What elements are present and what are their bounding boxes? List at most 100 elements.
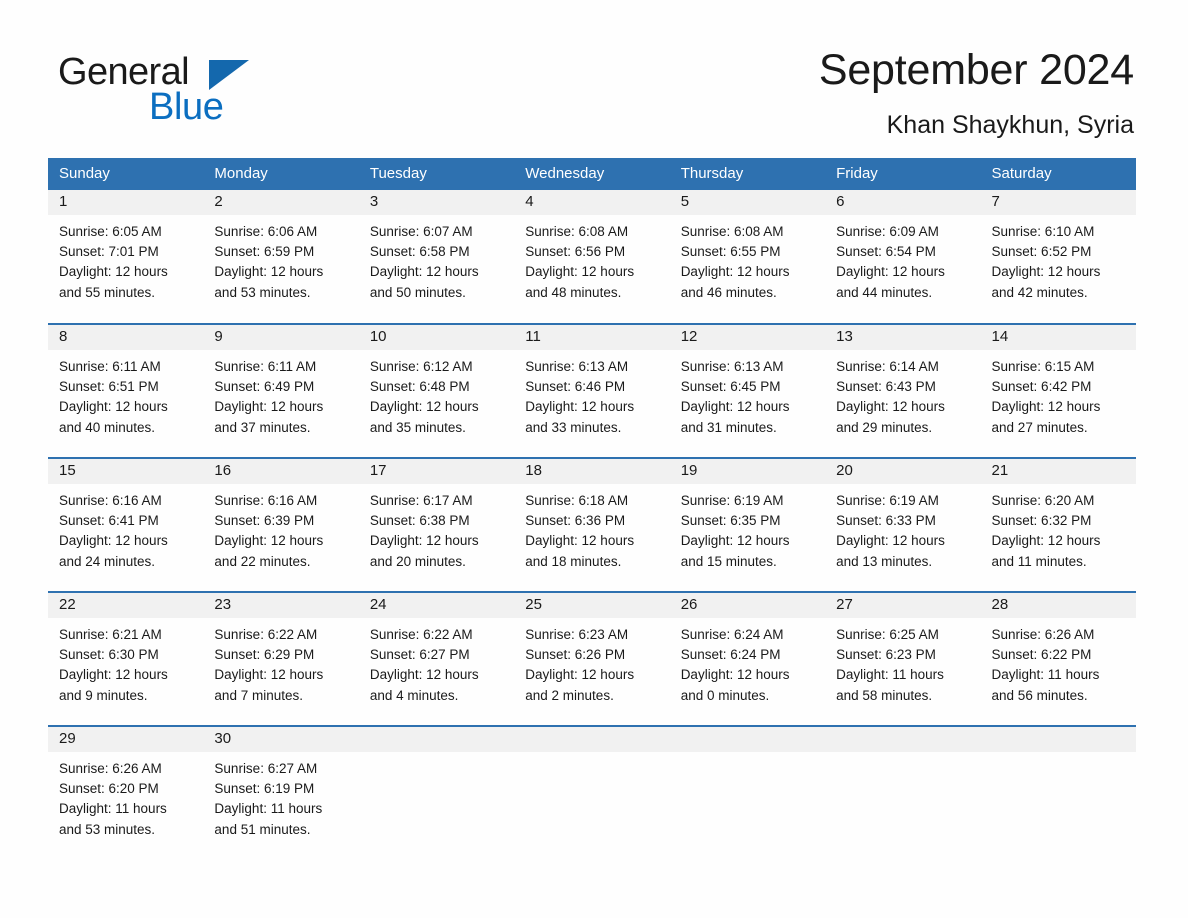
day-cell-empty: [669, 725, 826, 840]
day-cell[interactable]: 22 Sunrise: 6:21 AM Sunset: 6:30 PM Dayl…: [48, 591, 204, 726]
day-cell[interactable]: 30 Sunrise: 6:27 AM Sunset: 6:19 PM Dayl…: [203, 725, 359, 840]
calendar-week-row: 1 Sunrise: 6:05 AM Sunset: 7:01 PM Dayli…: [48, 190, 1136, 324]
day-details: Sunrise: 6:15 AM Sunset: 6:42 PM Dayligh…: [981, 350, 1136, 438]
daylight-text-line1: Daylight: 12 hours: [991, 399, 1101, 415]
day-cell[interactable]: 27 Sunrise: 6:25 AM Sunset: 6:23 PM Dayl…: [825, 591, 981, 726]
day-cell[interactable]: 19 Sunrise: 6:19 AM Sunset: 6:35 PM Dayl…: [669, 457, 826, 592]
day-cell[interactable]: 13 Sunrise: 6:14 AM Sunset: 6:43 PM Dayl…: [825, 323, 981, 458]
daylight-text-line2: and 27 minutes.: [991, 419, 1088, 435]
day-cell[interactable]: 20 Sunrise: 6:19 AM Sunset: 6:33 PM Dayl…: [825, 457, 981, 592]
daylight-text-line1: Daylight: 12 hours: [525, 264, 635, 280]
day-cell[interactable]: 24 Sunrise: 6:22 AM Sunset: 6:27 PM Dayl…: [358, 591, 515, 726]
sunset-text: Sunset: 6:19 PM: [214, 781, 315, 797]
day-number: 15: [48, 459, 204, 484]
sunrise-text: Sunrise: 6:11 AM: [59, 359, 161, 374]
day-cell[interactable]: 23 Sunrise: 6:22 AM Sunset: 6:29 PM Dayl…: [203, 591, 359, 726]
day-cell[interactable]: 10 Sunrise: 6:12 AM Sunset: 6:48 PM Dayl…: [358, 323, 515, 458]
sunrise-text: Sunrise: 6:09 AM: [836, 224, 939, 239]
day-cell[interactable]: 29 Sunrise: 6:26 AM Sunset: 6:20 PM Dayl…: [48, 725, 204, 840]
day-cell[interactable]: 12 Sunrise: 6:13 AM Sunset: 6:45 PM Dayl…: [669, 323, 826, 458]
sunrise-text: Sunrise: 6:07 AM: [369, 224, 473, 239]
day-number: 28: [980, 593, 1136, 618]
day-cell[interactable]: 7 Sunrise: 6:10 AM Sunset: 6:52 PM Dayli…: [980, 190, 1136, 324]
day-details: Sunrise: 6:07 AM Sunset: 6:58 PM Dayligh…: [359, 215, 514, 303]
day-cell[interactable]: 14 Sunrise: 6:15 AM Sunset: 6:42 PM Dayl…: [980, 323, 1136, 458]
sunset-text: Sunset: 6:41 PM: [59, 513, 159, 529]
day-cell[interactable]: 21 Sunrise: 6:20 AM Sunset: 6:32 PM Dayl…: [980, 457, 1136, 592]
sunrise-text: Sunrise: 6:22 AM: [369, 627, 473, 642]
day-number: 27: [825, 593, 981, 618]
daylight-text-line1: Daylight: 12 hours: [59, 667, 168, 683]
page-header: General Blue September 2024 Khan Shaykhu…: [0, 0, 1188, 148]
day-number: 22: [48, 593, 204, 618]
day-cell[interactable]: 5 Sunrise: 6:08 AM Sunset: 6:55 PM Dayli…: [669, 190, 826, 324]
general-blue-logo[interactable]: General Blue: [58, 50, 378, 130]
location-subtitle: Khan Shaykhun, Syria: [886, 111, 1134, 139]
day-cell[interactable]: 25 Sunrise: 6:23 AM Sunset: 6:26 PM Dayl…: [514, 591, 670, 726]
day-details: Sunrise: 6:19 AM Sunset: 6:33 PM Dayligh…: [825, 484, 980, 572]
daylight-text-line2: and 11 minutes.: [991, 553, 1087, 569]
sunset-text: Sunset: 6:32 PM: [991, 513, 1092, 529]
daylight-text-line2: and 35 minutes.: [369, 419, 466, 435]
daylight-text-line2: and 37 minutes.: [214, 419, 311, 435]
day-details: Sunrise: 6:26 AM Sunset: 6:22 PM Dayligh…: [981, 618, 1136, 706]
daylight-text-line1: Daylight: 12 hours: [369, 399, 479, 415]
calendar-header-row: Sunday Monday Tuesday Wednesday Thursday…: [48, 158, 1136, 190]
sunrise-text: Sunrise: 6:18 AM: [525, 493, 629, 508]
daylight-text-line2: and 33 minutes.: [525, 419, 622, 435]
day-number: 11: [514, 325, 670, 350]
sunrise-text: Sunrise: 6:27 AM: [214, 761, 318, 776]
page-title: September 2024: [818, 46, 1134, 94]
daylight-text-line2: and 55 minutes.: [59, 284, 156, 300]
daylight-text-line1: Daylight: 12 hours: [525, 667, 635, 683]
day-number: 29: [48, 727, 204, 752]
daylight-text-line1: Daylight: 12 hours: [214, 533, 324, 549]
daylight-text-line1: Daylight: 12 hours: [59, 264, 168, 280]
sunrise-text: Sunrise: 6:10 AM: [991, 224, 1095, 239]
sunset-text: Sunset: 6:59 PM: [214, 244, 315, 260]
day-number: 8: [48, 325, 204, 350]
sunset-text: Sunset: 6:33 PM: [836, 513, 936, 529]
day-cell[interactable]: 28 Sunrise: 6:26 AM Sunset: 6:22 PM Dayl…: [980, 591, 1136, 726]
day-cell[interactable]: 6 Sunrise: 6:09 AM Sunset: 6:54 PM Dayli…: [825, 190, 981, 324]
sunrise-text: Sunrise: 6:11 AM: [214, 359, 317, 374]
daylight-text-line2: and 44 minutes.: [836, 284, 933, 300]
day-cell[interactable]: 8 Sunrise: 6:11 AM Sunset: 6:51 PM Dayli…: [48, 323, 204, 458]
day-details: Sunrise: 6:27 AM Sunset: 6:19 PM Dayligh…: [203, 752, 358, 840]
daylight-text-line1: Daylight: 12 hours: [369, 533, 479, 549]
day-cell[interactable]: 17 Sunrise: 6:17 AM Sunset: 6:38 PM Dayl…: [358, 457, 515, 592]
day-number: 24: [358, 593, 515, 618]
day-cell[interactable]: 11 Sunrise: 6:13 AM Sunset: 6:46 PM Dayl…: [514, 323, 670, 458]
daylight-text-line1: Daylight: 12 hours: [214, 667, 324, 683]
logo-text-blue: Blue: [149, 86, 224, 128]
sunrise-text: Sunrise: 6:12 AM: [369, 359, 473, 374]
sunrise-text: Sunrise: 6:17 AM: [369, 493, 473, 508]
day-details: Sunrise: 6:19 AM Sunset: 6:35 PM Dayligh…: [670, 484, 825, 572]
weekday-header-monday: Monday: [203, 158, 359, 190]
sunrise-text: Sunrise: 6:20 AM: [991, 493, 1095, 508]
sunset-text: Sunset: 6:55 PM: [680, 244, 781, 260]
daylight-text-line1: Daylight: 12 hours: [59, 533, 168, 549]
day-cell[interactable]: 9 Sunrise: 6:11 AM Sunset: 6:49 PM Dayli…: [203, 323, 359, 458]
day-number: 2: [203, 190, 359, 215]
sunrise-text: Sunrise: 6:21 AM: [59, 627, 162, 642]
sunset-text: Sunset: 6:27 PM: [369, 647, 470, 663]
sunrise-text: Sunrise: 6:16 AM: [214, 493, 318, 508]
sunrise-text: Sunrise: 6:19 AM: [836, 493, 939, 508]
daylight-text-line1: Daylight: 12 hours: [214, 264, 324, 280]
day-cell[interactable]: 15 Sunrise: 6:16 AM Sunset: 6:41 PM Dayl…: [48, 457, 204, 592]
sunrise-text: Sunrise: 6:14 AM: [836, 359, 939, 374]
day-cell[interactable]: 2 Sunrise: 6:06 AM Sunset: 6:59 PM Dayli…: [203, 190, 359, 324]
day-cell[interactable]: 16 Sunrise: 6:16 AM Sunset: 6:39 PM Dayl…: [203, 457, 359, 592]
day-number: 1: [48, 190, 204, 215]
day-cell-empty: [514, 725, 670, 840]
sunrise-text: Sunrise: 6:26 AM: [59, 761, 162, 776]
day-cell[interactable]: 1 Sunrise: 6:05 AM Sunset: 7:01 PM Dayli…: [48, 190, 204, 324]
day-cell[interactable]: 18 Sunrise: 6:18 AM Sunset: 6:36 PM Dayl…: [514, 457, 670, 592]
day-details: Sunrise: 6:11 AM Sunset: 6:51 PM Dayligh…: [48, 350, 203, 438]
day-cell[interactable]: 3 Sunrise: 6:07 AM Sunset: 6:58 PM Dayli…: [358, 190, 515, 324]
daylight-text-line2: and 51 minutes.: [214, 821, 311, 837]
day-cell[interactable]: 4 Sunrise: 6:08 AM Sunset: 6:56 PM Dayli…: [514, 190, 670, 324]
day-cell[interactable]: 26 Sunrise: 6:24 AM Sunset: 6:24 PM Dayl…: [669, 591, 826, 726]
day-details: Sunrise: 6:18 AM Sunset: 6:36 PM Dayligh…: [514, 484, 669, 572]
